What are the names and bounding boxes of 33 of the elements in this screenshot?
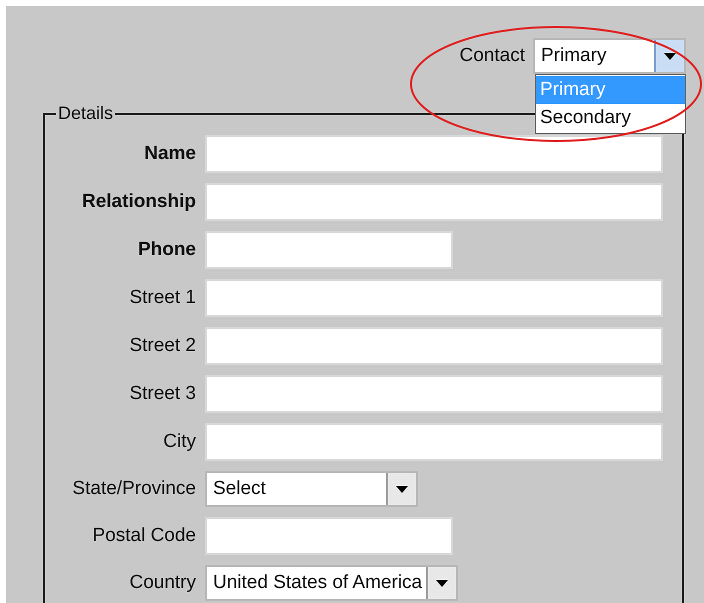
field-label: Country [128,570,196,595]
field-label: Postal Code [91,524,196,548]
text-field[interactable] [205,375,663,413]
text-field[interactable] [205,327,663,365]
dropdown-button[interactable] [426,567,456,599]
field-label: State/Province [71,476,196,501]
contact-select[interactable]: Primary [533,38,686,74]
caret-icon [664,52,676,60]
select-field[interactable]: Select [205,471,418,507]
select-field[interactable]: United States of America [205,565,458,601]
contact-label: Contact [460,44,525,68]
text-field[interactable] [205,135,663,173]
text-field[interactable] [205,183,663,221]
text-field[interactable] [205,517,453,555]
field-label: Street 1 [128,286,196,310]
caret-icon [436,580,448,586]
field-label: Name [143,142,196,166]
select-value: Primary [540,44,608,68]
field-label: Relationship [80,190,196,214]
dropdown-button[interactable] [386,473,416,505]
text-field[interactable] [205,423,663,461]
field-label: City [162,430,196,454]
field-label: Street 2 [128,334,196,358]
caret-icon [396,486,408,492]
select-value: Select [212,476,267,501]
field-label: Phone [136,238,196,262]
dropdown-button[interactable] [654,40,684,72]
text-field[interactable] [205,279,663,317]
dropdown-option[interactable]: Secondary [536,104,685,132]
field-label: Street 3 [128,382,196,406]
text-field[interactable] [205,231,453,269]
group-legend: Details [56,100,116,127]
select-value: United States of America [212,570,424,595]
